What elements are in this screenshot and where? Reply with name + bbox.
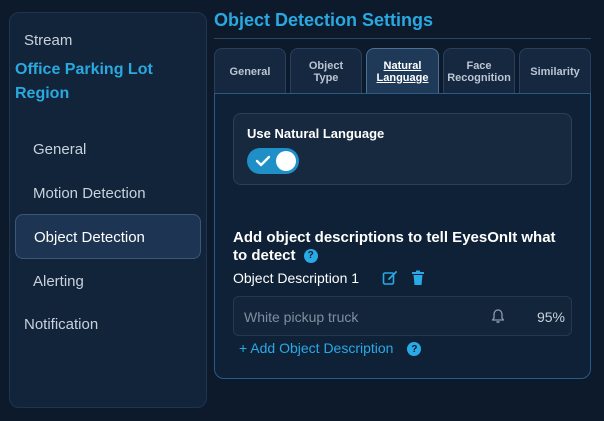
- tab-face-recognition[interactable]: Face Recognition: [443, 48, 515, 94]
- add-object-description-link[interactable]: + Add Object Description ?: [239, 340, 422, 357]
- trash-icon[interactable]: [410, 270, 426, 286]
- tab-object-type[interactable]: Object Type: [290, 48, 362, 94]
- object-description-value[interactable]: White pickup truck: [244, 309, 358, 325]
- description-heading: Add object descriptions to tell EyesOnIt…: [233, 229, 573, 265]
- tab-general[interactable]: General: [214, 48, 286, 94]
- help-icon[interactable]: ?: [303, 249, 318, 264]
- natural-language-toggle[interactable]: [247, 148, 299, 174]
- toggle-knob: [276, 151, 296, 171]
- sidebar-item-notification[interactable]: Notification: [24, 316, 98, 333]
- tab-similarity[interactable]: Similarity: [519, 48, 591, 94]
- title-divider: [214, 38, 591, 39]
- sidebar-item-general[interactable]: General: [33, 141, 86, 158]
- toggle-label: Use Natural Language: [247, 126, 385, 141]
- threshold-value[interactable]: 95%: [537, 309, 565, 325]
- sidebar-item-stream[interactable]: Stream: [24, 32, 72, 49]
- add-object-description-label[interactable]: + Add Object Description: [239, 340, 393, 356]
- bell-icon[interactable]: [490, 308, 506, 324]
- description-heading-text: Add object descriptions to tell EyesOnIt…: [233, 229, 556, 264]
- tab-natural-language[interactable]: Natural Language: [366, 48, 439, 94]
- object-description-input[interactable]: White pickup truck 95%: [233, 296, 572, 336]
- help-icon[interactable]: ?: [407, 342, 422, 357]
- page-title: Object Detection Settings: [214, 10, 434, 30]
- sidebar-item-alerting[interactable]: Alerting: [33, 273, 84, 290]
- sidebar-item-object-detection[interactable]: Object Detection: [34, 229, 145, 246]
- check-icon: [255, 155, 271, 167]
- edit-icon[interactable]: [382, 270, 398, 286]
- object-description-label: Object Description 1: [233, 270, 360, 286]
- sidebar-region-title[interactable]: Office Parking Lot Region: [15, 58, 190, 106]
- sidebar-item-motion-detection[interactable]: Motion Detection: [33, 185, 146, 202]
